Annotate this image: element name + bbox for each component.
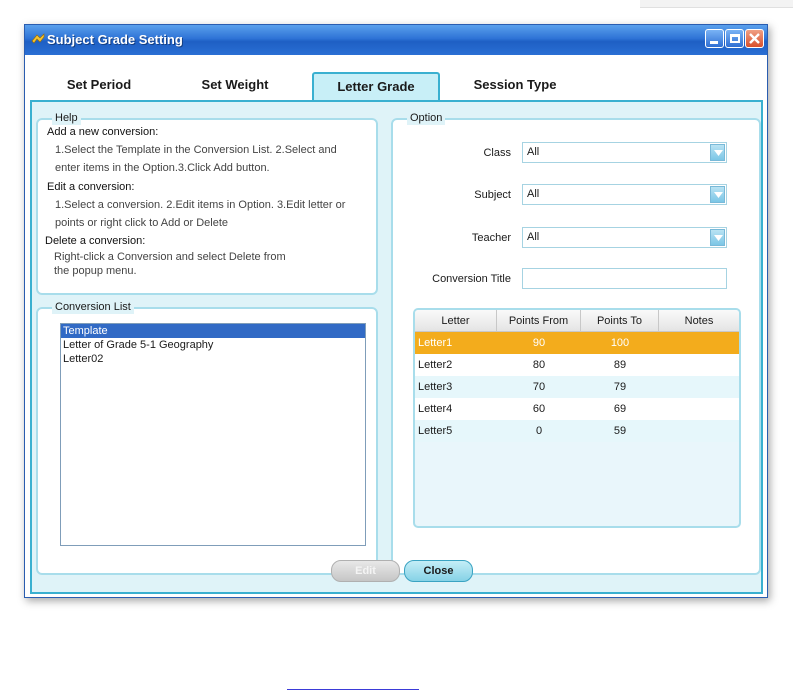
class-value: All: [527, 146, 540, 158]
teacher-value: All: [527, 231, 540, 243]
cell-points-to[interactable]: 89: [581, 354, 659, 376]
table-row[interactable]: Letter2 80 89: [415, 354, 739, 376]
teacher-label: Teacher: [471, 232, 511, 244]
class-dropdown-button[interactable]: [710, 144, 725, 161]
cell-notes[interactable]: [659, 420, 739, 442]
table-row[interactable]: Letter5 0 59: [415, 420, 739, 442]
cell-points-to[interactable]: 79: [581, 376, 659, 398]
cell-points-to[interactable]: 59: [581, 420, 659, 442]
help-line: enter items in the Option.3.Click Add bu…: [55, 162, 270, 174]
maximize-button[interactable]: [725, 29, 744, 48]
cell-points-to[interactable]: 100: [581, 332, 659, 354]
help-line: points or right click to Add or Delete: [55, 217, 229, 229]
edit-button[interactable]: Edit: [331, 560, 400, 582]
class-label: Class: [483, 147, 511, 159]
close-window-button[interactable]: [745, 29, 764, 48]
chevron-down-icon: [714, 192, 723, 198]
list-item[interactable]: Letter02: [61, 352, 365, 366]
conversion-title-input[interactable]: [522, 268, 727, 289]
conversion-title-label: Conversion Title: [432, 273, 511, 285]
cell-points-from[interactable]: 80: [497, 354, 581, 376]
close-icon: [749, 33, 760, 44]
subject-dropdown-button[interactable]: [710, 186, 725, 203]
tab-content: Help Add a new conversion: 1.Select the …: [30, 102, 763, 594]
table-header: Letter Points From Points To Notes: [415, 310, 739, 332]
chevron-down-icon: [714, 235, 723, 241]
conversion-list-title: Conversion List: [52, 300, 134, 314]
table-row[interactable]: Letter3 70 79: [415, 376, 739, 398]
app-icon: [31, 33, 45, 44]
help-line: Right-click a Conversion and select Dele…: [54, 251, 286, 263]
conversion-list-group: Conversion List Template Letter of Grade…: [36, 300, 378, 575]
tab-session-type[interactable]: Session Type: [455, 72, 575, 101]
cell-notes[interactable]: [659, 398, 739, 420]
teacher-select[interactable]: All: [522, 227, 727, 248]
minimize-icon: [710, 41, 718, 44]
help-line: the popup menu.: [54, 265, 137, 277]
tab-set-period[interactable]: Set Period: [53, 72, 145, 101]
minimize-button[interactable]: [705, 29, 724, 48]
window-title: Subject Grade Setting: [47, 32, 183, 47]
cell-letter[interactable]: Letter1: [418, 332, 452, 354]
column-header-notes[interactable]: Notes: [659, 310, 739, 332]
column-header-letter[interactable]: Letter: [415, 310, 497, 332]
cell-letter[interactable]: Letter5: [418, 420, 452, 442]
table-row[interactable]: Letter4 60 69: [415, 398, 739, 420]
cell-letter[interactable]: Letter4: [418, 398, 452, 420]
help-group: Help Add a new conversion: 1.Select the …: [36, 111, 378, 295]
cell-notes[interactable]: [659, 354, 739, 376]
maximize-icon: [730, 34, 740, 43]
title-bar[interactable]: Subject Grade Setting: [25, 25, 767, 55]
help-group-title: Help: [52, 111, 81, 125]
cell-letter[interactable]: Letter2: [418, 354, 452, 376]
cell-points-from[interactable]: 60: [497, 398, 581, 420]
dialog-window: Subject Grade Setting Set Period Set Wei…: [24, 24, 768, 598]
option-group-title: Option: [407, 111, 446, 125]
help-line: 1.Select the Template in the Conversion …: [55, 144, 337, 156]
cell-points-from[interactable]: 0: [497, 420, 581, 442]
cell-notes[interactable]: [659, 332, 739, 354]
help-heading-add: Add a new conversion:: [47, 126, 159, 138]
teacher-dropdown-button[interactable]: [710, 229, 725, 246]
option-group: Option Class All Subject All Teacher All: [391, 111, 761, 575]
help-heading-delete: Delete a conversion:: [45, 235, 146, 247]
link-underline: [287, 689, 419, 690]
class-select[interactable]: All: [522, 142, 727, 163]
subject-value: All: [527, 188, 540, 200]
tab-set-weight[interactable]: Set Weight: [185, 72, 285, 101]
list-item[interactable]: Template: [61, 324, 365, 338]
help-line: 1.Select a conversion. 2.Edit items in O…: [55, 199, 346, 211]
cell-points-from[interactable]: 70: [497, 376, 581, 398]
cell-letter[interactable]: Letter3: [418, 376, 452, 398]
column-header-points-to[interactable]: Points To: [581, 310, 659, 332]
close-button[interactable]: Close: [404, 560, 473, 582]
page-chip: [640, 0, 793, 8]
cell-points-to[interactable]: 69: [581, 398, 659, 420]
column-header-points-from[interactable]: Points From: [497, 310, 581, 332]
tab-letter-grade[interactable]: Letter Grade: [312, 72, 440, 101]
cell-points-from[interactable]: 90: [497, 332, 581, 354]
subject-select[interactable]: All: [522, 184, 727, 205]
subject-label: Subject: [474, 189, 511, 201]
chevron-down-icon: [714, 150, 723, 156]
cell-notes[interactable]: [659, 376, 739, 398]
table-row[interactable]: Letter1 90 100: [415, 332, 739, 354]
help-heading-edit: Edit a conversion:: [47, 181, 135, 193]
conversion-listbox[interactable]: Template Letter of Grade 5-1 Geography L…: [60, 323, 366, 546]
grade-table: Letter Points From Points To Notes Lette…: [413, 308, 741, 528]
list-item[interactable]: Letter of Grade 5-1 Geography: [61, 338, 365, 352]
